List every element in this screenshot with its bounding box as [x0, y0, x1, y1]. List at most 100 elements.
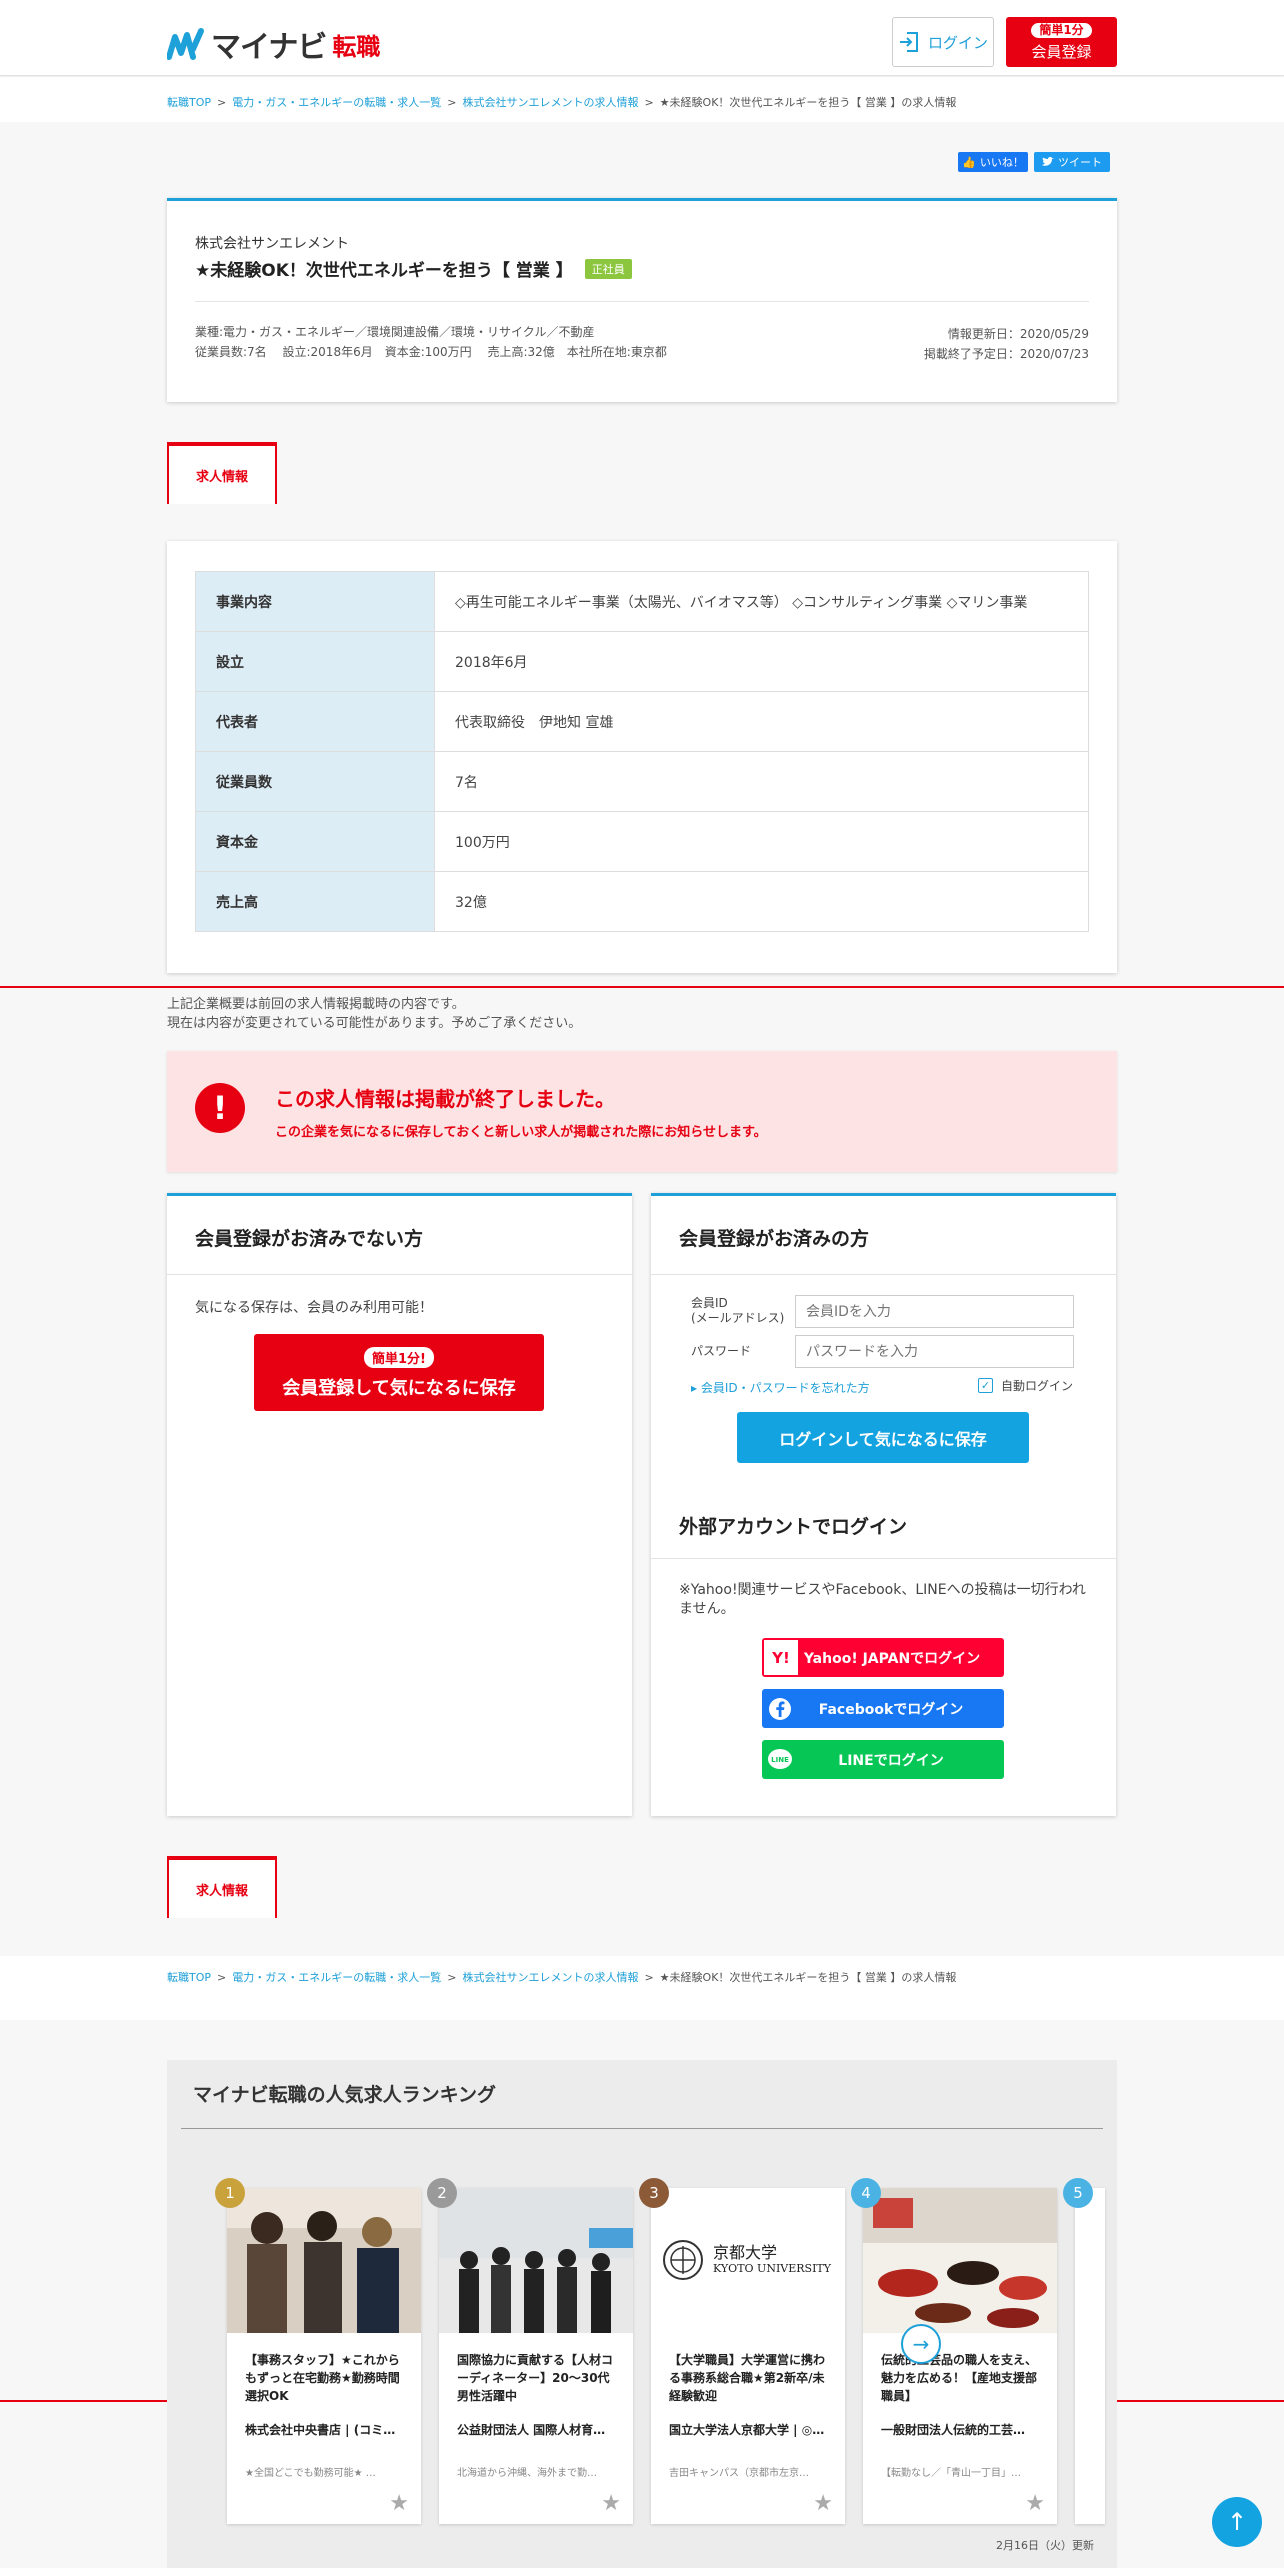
breadcrumb-current: ★未経験OK！次世代エネルギーを担う【 営業 】の求人情報	[659, 1971, 957, 1984]
breadcrumb-link-top[interactable]: 転職TOP	[167, 1969, 211, 1985]
breadcrumb-separator: >	[644, 1970, 654, 1984]
login-and-save-button[interactable]: ログインして気になるに保存	[737, 1412, 1029, 1463]
member-id-input[interactable]	[795, 1295, 1074, 1328]
ranking-card[interactable]: 京都大学 KYOTO UNIVERSITY 【大学職員】大学運営に携わる事務系総…	[651, 2188, 845, 2524]
ranking-card[interactable]: 【事務スタッフ】★これからもずっと在宅勤務★勤務時間選択OK 株式会社中央書店 …	[227, 2188, 421, 2524]
ranking-card[interactable]: 国際協力に貢献する【人材コーディネーター】20～30代男性活躍中 公益財団法人 …	[439, 2188, 633, 2524]
breadcrumb-link-company[interactable]: 株式会社サンエレメントの求人情報	[462, 1969, 638, 1985]
login-button[interactable]: ログイン	[892, 17, 994, 67]
svg-text:LINE: LINE	[771, 1756, 789, 1764]
ranking-company: 一般財団法人伝統的工芸…	[881, 2423, 1026, 2437]
job-title-text: ★未経験OK！次世代エネルギーを担う【 営業 】	[195, 261, 573, 281]
table-row: 事業内容 ◇再生可能エネルギー事業（太陽光、バイオマス等） ◇コンサルティング事…	[195, 571, 1089, 632]
table-row: 設立 2018年6月	[195, 631, 1089, 692]
forgot-credentials-link[interactable]: ▸ 会員ID・パスワードを忘れた方	[691, 1379, 870, 1396]
yahoo-login-button[interactable]: Y! Yahoo! JAPANでログイン	[762, 1638, 1004, 1677]
breadcrumb-link-industry[interactable]: 電力・ガス・エネルギーの転職・求人一覧	[232, 1969, 441, 1985]
job-photo	[227, 2188, 421, 2333]
external-login-heading: 外部アカウントでログイン	[679, 1516, 908, 1538]
ranking-job-title: 伝統的工芸品の職人を支え、魅力を広める！【産地支援部職員】	[881, 2353, 1038, 2403]
site-header: マイナビ 転職 ログイン 簡単1分 会員登録	[0, 0, 1284, 76]
scroll-to-top-arrow-icon[interactable]: ↑	[1212, 2497, 1262, 2547]
tab-job-info[interactable]: 求人情報	[167, 442, 277, 504]
register-button[interactable]: 簡単1分 会員登録	[1006, 17, 1117, 67]
carousel-next-arrow-icon[interactable]: →	[901, 2324, 941, 2364]
alert-subtitle: この企業を気になるに保存しておくと新しい求人が掲載された際にお知らせします。	[275, 1125, 767, 1140]
job-photo	[439, 2188, 633, 2333]
row-label: 従業員数	[195, 751, 435, 812]
favorite-star-icon[interactable]: ★	[813, 2491, 833, 2516]
bottom-breadcrumb-bar	[0, 1956, 1284, 2020]
thumbs-up-icon: 👍	[962, 155, 976, 169]
row-label: 代表者	[195, 691, 435, 752]
guest-note: 気になる保存は、会員のみ利用可能！	[195, 1300, 433, 1316]
favorite-star-icon[interactable]: ★	[1025, 2491, 1045, 2516]
register-badge: 簡単1分	[1031, 23, 1092, 38]
row-label: 資本金	[195, 811, 435, 872]
facebook-icon	[762, 1689, 798, 1728]
member-id-label-2: (メールアドレス)	[691, 1311, 785, 1325]
facebook-like-button[interactable]: 👍 いいね！	[958, 152, 1028, 172]
tab-job-info-bottom[interactable]: 求人情報	[167, 1856, 277, 1918]
ranking-location: 北海道から沖縄、海外まで勤…	[457, 2468, 597, 2479]
job-title: ★未経験OK！次世代エネルギーを担う【 営業 】 正社員	[195, 256, 632, 281]
external-login-note: ※Yahoo!関連サービスやFacebook、LINEへの投稿は一切行われません…	[679, 1582, 1086, 1617]
guest-heading: 会員登録がお済みでない方	[195, 1228, 424, 1250]
logo-suffix: 転職	[332, 32, 381, 61]
tweet-button[interactable]: ツイート	[1034, 152, 1110, 172]
register-and-save-button[interactable]: 簡単1分! 会員登録して気になるに保存	[254, 1334, 544, 1411]
end-date: 掲載終了予定日：2020/07/23	[923, 347, 1089, 361]
breadcrumb-separator: >	[447, 1970, 457, 1984]
mynavi-logo[interactable]: マイナビ 転職	[167, 22, 380, 66]
member-id-label: 会員ID (メールアドレス)	[691, 1296, 784, 1326]
logo-text: マイナビ	[211, 30, 327, 65]
ranking-location: 吉田キャンパス（京都市左京…	[669, 2468, 809, 2479]
breadcrumb-separator: >	[217, 1970, 227, 1984]
ranking-card[interactable]: 伝統的工芸品の職人を支え、魅力を広める！【産地支援部職員】 一般財団法人伝統的工…	[863, 2188, 1057, 2524]
row-value: ◇再生可能エネルギー事業（太陽光、バイオマス等） ◇コンサルティング事業 ◇マリ…	[434, 571, 1089, 632]
facebook-login-button[interactable]: Facebookでログイン	[762, 1689, 1004, 1728]
line-login-button[interactable]: LINE LINEでログイン	[762, 1740, 1004, 1779]
company-info-table: 事業内容 ◇再生可能エネルギー事業（太陽光、バイオマス等） ◇コンサルティング事…	[195, 571, 1089, 932]
register-and-save-label: 会員登録して気になるに保存	[282, 1378, 516, 1399]
job-summary-card: 株式会社サンエレメント ★未経験OK！次世代エネルギーを担う【 営業 】 正社員…	[167, 198, 1117, 402]
breadcrumb-link-company[interactable]: 株式会社サンエレメントの求人情報	[462, 94, 638, 110]
line-login-label: LINEでログイン	[838, 1752, 944, 1769]
register-label: 会員登録	[1031, 43, 1092, 61]
divider	[651, 1558, 1116, 1559]
divider	[651, 1274, 1116, 1275]
exclamation-icon: !	[195, 1083, 245, 1133]
login-icon	[899, 32, 918, 52]
table-row: 代表者 代表取締役 伊地知 宣雄	[195, 691, 1089, 752]
tweet-label: ツイート	[1058, 156, 1102, 169]
breadcrumb-link-industry[interactable]: 電力・ガス・エネルギーの転職・求人一覧	[232, 94, 441, 110]
breadcrumb-separator: >	[217, 95, 227, 109]
university-logo: 京都大学 KYOTO UNIVERSITY	[651, 2188, 845, 2333]
checkbox-checked-icon[interactable]: ✓	[978, 1378, 993, 1393]
university-name-en: KYOTO UNIVERSITY	[713, 2262, 832, 2275]
ranking-company: 公益財団法人 国際人材育…	[457, 2423, 606, 2437]
password-input[interactable]	[795, 1335, 1074, 1368]
row-label: 設立	[195, 631, 435, 692]
guest-panel: 会員登録がお済みでない方 気になる保存は、会員のみ利用可能！ 簡単1分! 会員登…	[167, 1193, 632, 1816]
auto-login-toggle[interactable]: ✓ 自動ログイン	[978, 1377, 1073, 1394]
breadcrumb-link-top[interactable]: 転職TOP	[167, 94, 211, 110]
favorite-star-icon[interactable]: ★	[601, 2491, 621, 2516]
row-value: 7名	[434, 751, 1089, 812]
yahoo-login-label: Yahoo! JAPANでログイン	[803, 1650, 981, 1667]
tab-bar-line	[0, 986, 1284, 988]
company-overview-text: 従業員数:7名 設立:2018年6月 資本金:100万円 売上高:32億 本社所…	[195, 345, 667, 359]
university-name-jp: 京都大学	[713, 2243, 778, 2262]
company-info-card: 事業内容 ◇再生可能エネルギー事業（太陽光、バイオマス等） ◇コンサルティング事…	[167, 541, 1117, 973]
facebook-login-label: Facebookでログイン	[818, 1701, 964, 1718]
ranking-card-partial[interactable]	[1075, 2188, 1105, 2524]
auto-login-label: 自動ログイン	[1001, 1379, 1074, 1393]
favorite-star-icon[interactable]: ★	[389, 2491, 409, 2516]
like-label: いいね！	[979, 156, 1024, 169]
rank-number-badge: 3	[639, 2178, 669, 2208]
breadcrumb: 転職TOP > 電力・ガス・エネルギーの転職・求人一覧 > 株式会社サンエレメン…	[167, 94, 956, 110]
logo-mark-icon	[167, 28, 204, 60]
ranking-job-title: 【事務スタッフ】★これからもずっと在宅勤務★勤務時間選択OK	[245, 2353, 400, 2403]
ranking-company: 株式会社中央書店 | (コミ…	[245, 2423, 396, 2437]
row-label: 事業内容	[195, 571, 435, 632]
